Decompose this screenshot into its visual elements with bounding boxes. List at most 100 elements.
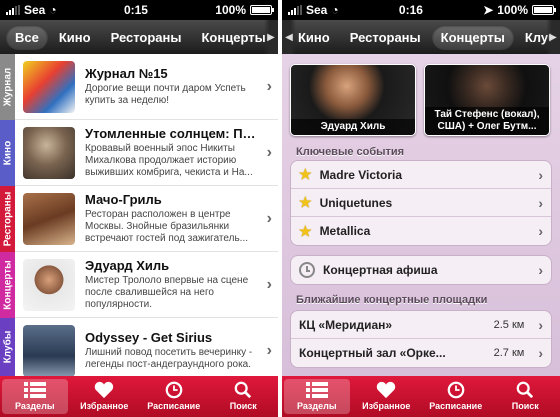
battery-icon <box>532 5 556 15</box>
nav-sections[interactable]: Разделы <box>284 379 350 414</box>
nav-label: Разделы <box>296 401 337 411</box>
clock-icon <box>447 381 465 399</box>
status-time: 0:16 <box>398 3 423 17</box>
event-label: Madre Victoria <box>319 167 403 182</box>
section-sidebar: Журнал Кино Рестораны Концерты Клубы <box>0 54 15 376</box>
search-icon <box>516 381 534 399</box>
chevron-right-icon: › <box>538 345 543 361</box>
sidebar-item-clubs[interactable]: Клубы <box>0 318 15 376</box>
tab-restaurants[interactable]: Рестораны <box>102 25 191 50</box>
nav-favorites[interactable]: Избранное <box>354 379 420 414</box>
featured-card[interactable]: Эдуард Хиль <box>290 64 416 136</box>
nav-schedule[interactable]: Расписание <box>141 379 207 414</box>
category-tabbar: ◀ Кино Рестораны Концерты Клубы ▶ <box>282 20 560 54</box>
concerts-content: Эдуард Хиль Тай Стефенс (вокал), США) + … <box>282 54 560 376</box>
phone-left: Sea ◔ 0:15 100% Все Кино Рестораны Конце… <box>0 0 278 417</box>
star-icon: ★ <box>299 222 312 239</box>
tab-cinema[interactable]: Кино <box>50 25 100 50</box>
chevron-right-icon: › <box>266 341 272 359</box>
category-tabbar: Все Кино Рестораны Концерты ▶ <box>0 20 278 54</box>
venue-row[interactable]: Концертный зал «Орке... 2.7 км › <box>291 339 551 367</box>
poster-group: Концертная афиша › <box>290 255 552 285</box>
event-row[interactable]: ★ Uniquetunes › <box>291 189 551 217</box>
chevron-right-icon: › <box>266 143 272 161</box>
sidebar-item-cinema[interactable]: Кино <box>0 120 15 186</box>
bottom-tabbar: Разделы Избранное Расписание Поиск <box>282 376 560 417</box>
nav-sections[interactable]: Разделы <box>2 379 68 414</box>
wifi-icon: ◔ <box>49 3 57 17</box>
chevron-right-icon: › <box>538 194 543 211</box>
tab-restaurants[interactable]: Рестораны <box>341 25 430 50</box>
battery-icon <box>250 5 274 15</box>
nav-search[interactable]: Поиск <box>211 379 277 414</box>
nav-label: Разделы <box>14 401 55 411</box>
event-row[interactable]: ★ Metallica › <box>291 217 551 245</box>
movie-thumbnail <box>23 126 75 179</box>
status-bar: Sea ◔ 0:16 ➤ 100% <box>282 0 560 20</box>
sidebar-item-journal[interactable]: Журнал <box>0 54 15 120</box>
sidebar-item-restaurants[interactable]: Рестораны <box>0 186 15 252</box>
battery-label: 100% <box>497 3 528 17</box>
bottom-tabbar: Разделы Избранное Расписание Поиск <box>0 376 278 417</box>
list-item[interactable]: Журнал №15 Дорогие вещи почти даром Успе… <box>15 54 278 120</box>
scroll-right-icon[interactable]: ▶ <box>546 20 560 54</box>
venues-group: КЦ «Меридиан» 2.5 км › Концертный зал «О… <box>290 310 552 368</box>
clock-icon <box>299 262 315 278</box>
section-title: Ключевые события <box>296 146 405 158</box>
nav-schedule[interactable]: Расписание <box>423 379 489 414</box>
concert-poster-row[interactable]: Концертная афиша › <box>291 256 551 284</box>
list-item[interactable]: Утомленные солнцем: Пр... Кровавый военн… <box>15 120 278 186</box>
heart-icon <box>377 381 396 399</box>
nav-label: Поиск <box>229 401 257 411</box>
event-row[interactable]: ★ Madre Victoria › <box>291 161 551 189</box>
nav-label: Расписание <box>147 401 201 411</box>
venue-name: Концертный зал «Орке... <box>299 346 446 360</box>
list-item[interactable]: Odyssey - Get Sirius Лишний повод посети… <box>15 318 278 376</box>
star-icon: ★ <box>299 166 312 182</box>
event-label: Metallica <box>319 224 371 238</box>
tab-concerts[interactable]: Концерты <box>431 24 514 50</box>
status-bar: Sea ◔ 0:15 100% <box>0 0 278 20</box>
item-description: Ресторан расположен в центре Москвы. Зно… <box>85 209 249 244</box>
chevron-right-icon: › <box>538 166 543 183</box>
tab-concerts[interactable]: Концерты <box>193 25 275 50</box>
item-title: Odyssey - Get Sirius <box>85 330 213 345</box>
nav-favorites[interactable]: Избранное <box>72 379 138 414</box>
item-title: Журнал №15 <box>85 66 168 81</box>
list-item[interactable]: Эдуард Хиль Мистер Трололо впервые на сц… <box>15 252 278 318</box>
nav-label: Поиск <box>511 401 539 411</box>
venue-name: КЦ «Меридиан» <box>299 317 393 332</box>
event-label: Uniquetunes <box>319 195 393 210</box>
nav-search[interactable]: Поиск <box>493 379 559 414</box>
signal-icon <box>6 5 20 15</box>
venue-distance: 2.7 км <box>493 347 525 359</box>
item-description: Мистер Трололо впервые на сцене после св… <box>85 275 249 310</box>
venue-row[interactable]: КЦ «Меридиан» 2.5 км › <box>291 311 551 339</box>
heart-icon <box>95 381 114 399</box>
item-description: Дорогие вещи почти даром Успеть купить з… <box>85 83 246 106</box>
key-events-group: ★ Madre Victoria › ★ Uniquetunes › ★ Met… <box>290 160 552 246</box>
restaurant-thumbnail <box>23 192 75 245</box>
search-icon <box>234 381 252 399</box>
scroll-right-icon[interactable]: ▶ <box>264 20 278 54</box>
sidebar-item-concerts[interactable]: Концерты <box>0 252 15 318</box>
carrier-label: Sea <box>24 3 46 17</box>
phone-right: Sea ◔ 0:16 ➤ 100% ◀ Кино Рестораны Конце… <box>282 0 560 417</box>
chevron-right-icon: › <box>266 275 272 293</box>
list-item[interactable]: Мачо-Гриль Ресторан расположен в центре … <box>15 186 278 252</box>
poster-label: Концертная афиша <box>323 263 438 277</box>
artist-thumbnail <box>23 258 75 311</box>
chevron-right-icon: › <box>266 77 272 95</box>
featured-card[interactable]: Тай Стефенс (вокал), США) + Олег Бутм... <box>424 64 550 136</box>
status-time: 0:15 <box>123 3 148 17</box>
tab-cinema[interactable]: Кино <box>296 25 339 50</box>
scroll-left-icon[interactable]: ◀ <box>282 20 296 54</box>
tab-all[interactable]: Все <box>6 24 48 50</box>
chevron-right-icon: › <box>538 262 543 278</box>
magazine-thumbnail <box>23 60 75 113</box>
screenshot-root: Sea ◔ 0:15 100% Все Кино Рестораны Конце… <box>0 0 560 417</box>
item-title: Мачо-Гриль <box>85 192 162 207</box>
carrier-label: Sea <box>306 3 328 17</box>
chevron-right-icon: › <box>538 316 543 333</box>
location-icon: ➤ <box>483 3 494 17</box>
